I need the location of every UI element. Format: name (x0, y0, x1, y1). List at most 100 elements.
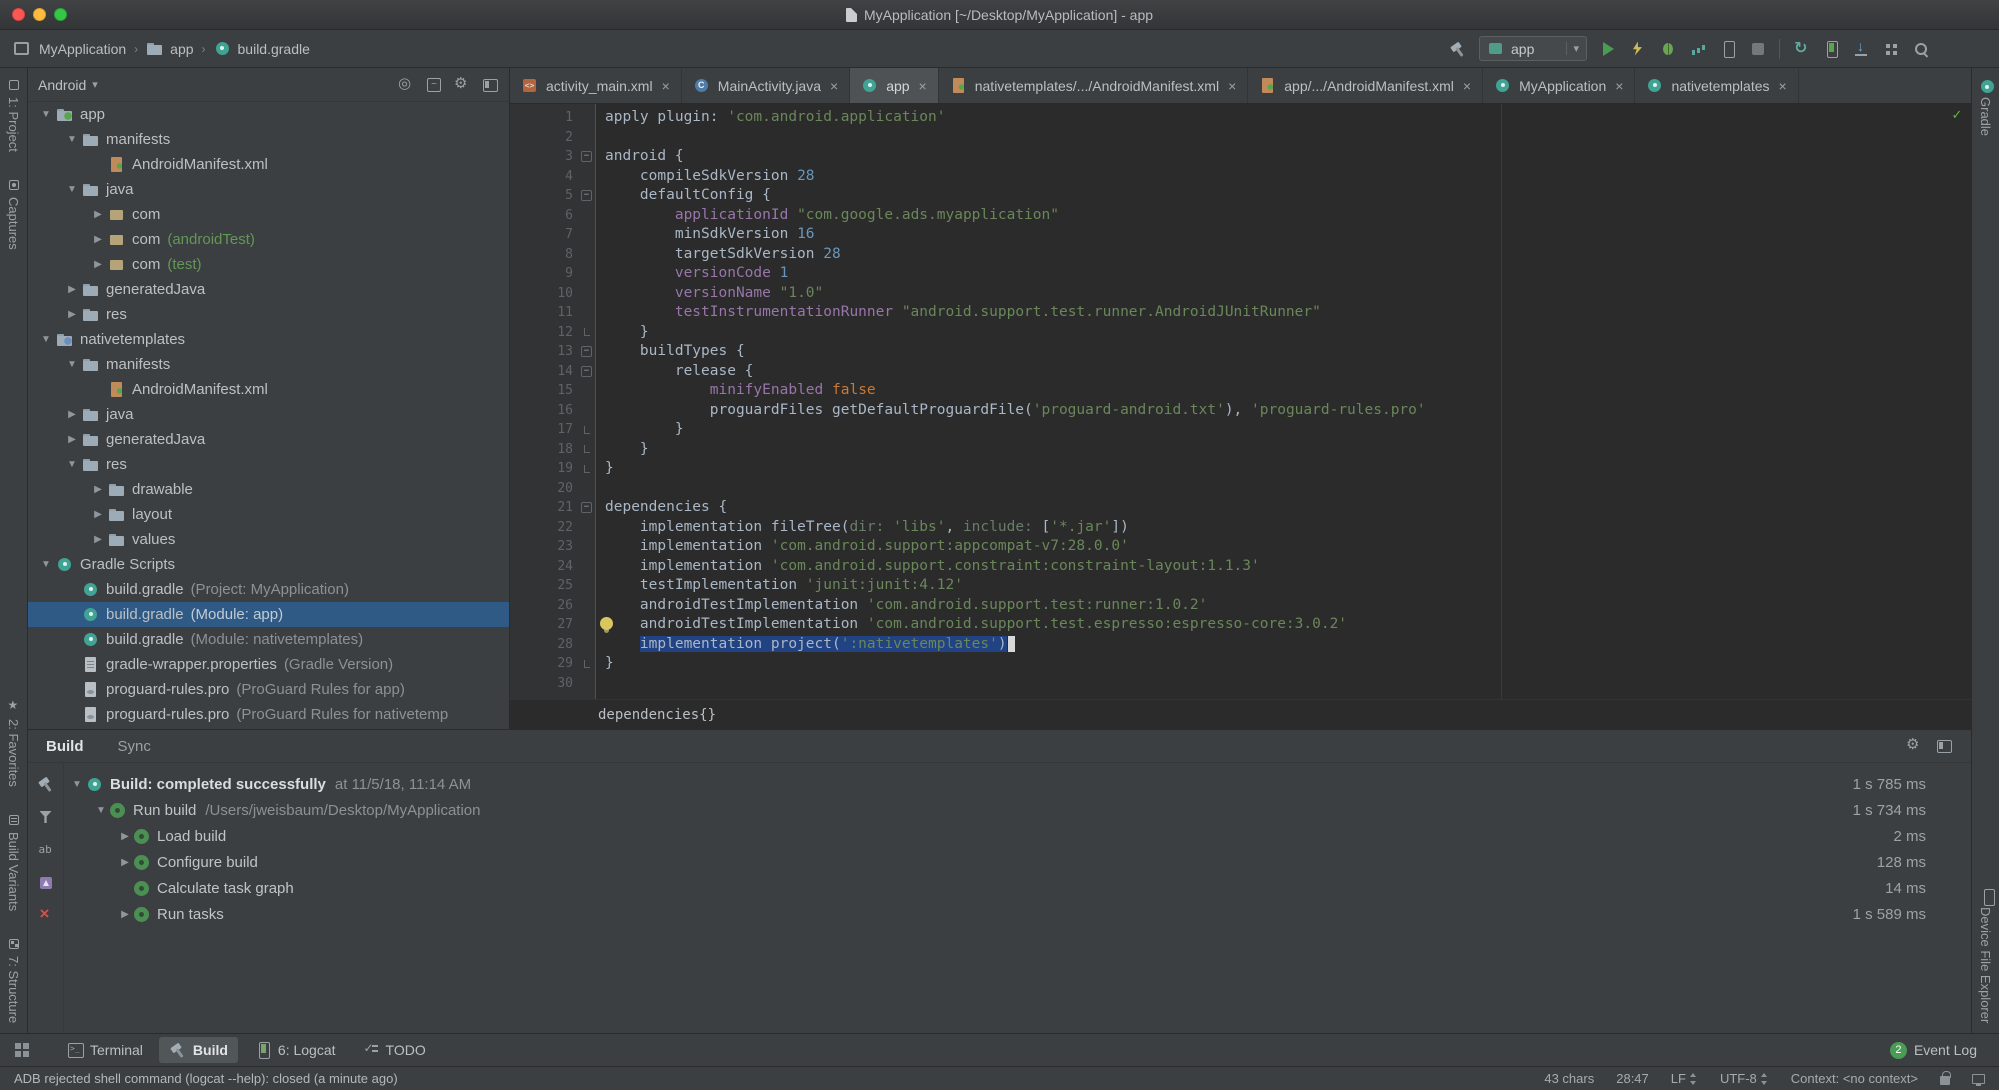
expand-arrow-icon[interactable]: ▼ (62, 359, 82, 370)
tab-sync[interactable]: Sync (118, 738, 151, 755)
code-line[interactable]: android { (605, 147, 1971, 167)
expand-arrow-icon[interactable]: ▶ (116, 909, 134, 920)
gutter-line[interactable]: 7 (510, 225, 595, 245)
fold-marker-icon[interactable]: − (581, 151, 592, 163)
expand-arrow-icon[interactable]: ▼ (36, 559, 56, 570)
project-tree-item[interactable]: ▶ res (28, 302, 509, 327)
export-icon[interactable] (37, 874, 55, 892)
gutter-line[interactable]: 6 (510, 206, 595, 226)
code-line[interactable]: } (605, 459, 1971, 479)
gutter-line[interactable]: 25 (510, 576, 595, 596)
expand-arrow-icon[interactable]: ▶ (62, 434, 82, 445)
editor-tab[interactable]: activity_main.xml × (510, 68, 682, 103)
gutter-line[interactable]: 30 (510, 674, 595, 694)
zoom-window-button[interactable] (54, 8, 67, 21)
expand-arrow-icon[interactable]: ▶ (62, 409, 82, 420)
expand-arrow-icon[interactable]: ▶ (88, 259, 108, 270)
gutter-line[interactable]: 17 (510, 420, 595, 440)
editor-tab[interactable]: MyApplication × (1483, 68, 1636, 103)
code-line[interactable] (605, 479, 1971, 499)
event-log-button[interactable]: 2 Event Log (1889, 1041, 1985, 1059)
build-tree-item[interactable]: ▶ Load build 2 ms (64, 823, 1926, 849)
gutter-line[interactable]: 19 (510, 459, 595, 479)
fold-marker-icon[interactable]: − (581, 190, 592, 202)
code-line[interactable]: applicationId "com.google.ads.myapplicat… (605, 206, 1971, 226)
expand-arrow-icon[interactable]: ▼ (62, 134, 82, 145)
tool-window-switcher-icon[interactable] (14, 1042, 30, 1058)
encoding-selector[interactable]: UTF-8 (1720, 1071, 1769, 1086)
editor-tab[interactable]: app × (850, 68, 939, 103)
gutter-line[interactable]: 12 (510, 323, 595, 343)
project-tree-item[interactable]: ▼ manifests (28, 127, 509, 152)
hide-build-panel-icon[interactable] (1935, 737, 1953, 755)
project-tree-item[interactable]: ▶ generatedJava (28, 427, 509, 452)
gutter-line[interactable]: 26 (510, 596, 595, 616)
code-line[interactable]: } (605, 420, 1971, 440)
expand-arrow-icon[interactable]: ▶ (88, 534, 108, 545)
project-tree-item[interactable]: ▼ res (28, 452, 509, 477)
project-tree-item[interactable]: build.gradle (Module: nativetemplates) (28, 627, 509, 652)
tool-button-build-variants[interactable]: Build Variants (6, 813, 21, 911)
expand-arrow-icon[interactable]: ▼ (92, 805, 110, 816)
project-tree-item[interactable]: ▶ values (28, 527, 509, 552)
settings-icon[interactable] (453, 74, 471, 94)
project-tree-item[interactable]: ▶ generatedJava (28, 277, 509, 302)
code-line[interactable]: implementation 'com.android.support:appc… (605, 537, 1971, 557)
code-line[interactable]: } (605, 323, 1971, 343)
code-line[interactable]: implementation 'com.android.support.cons… (605, 557, 1971, 577)
tool-window-button-build[interactable]: Build (158, 1037, 238, 1063)
gutter-line[interactable]: 29 (510, 654, 595, 674)
breadcrumb-item-file[interactable]: build.gradle (214, 40, 310, 58)
editor-tab[interactable]: app/.../AndroidManifest.xml × (1248, 68, 1484, 103)
tool-button-device-file-explorer[interactable]: Device File Explorer (1978, 888, 1995, 1023)
expand-arrow-icon[interactable]: ▶ (62, 309, 82, 320)
close-tab-icon[interactable]: × (919, 78, 927, 94)
debug-icon[interactable] (1659, 40, 1677, 58)
expand-arrow-icon[interactable]: ▶ (88, 209, 108, 220)
filter-icon[interactable] (37, 808, 55, 826)
gutter-line[interactable]: 2 (510, 128, 595, 148)
gutter-line[interactable]: 23 (510, 537, 595, 557)
fold-end-icon[interactable] (583, 464, 590, 473)
gutter-line[interactable]: 1 (510, 108, 595, 128)
tool-window-button-terminal[interactable]: Terminal (56, 1037, 153, 1063)
project-tree-item[interactable]: ▶ com (test) (28, 252, 509, 277)
collapse-all-icon[interactable] (425, 76, 443, 94)
code-line[interactable]: androidTestImplementation 'com.android.s… (605, 615, 1971, 635)
caret-position[interactable]: 28:47 (1616, 1071, 1649, 1086)
code-line[interactable]: minSdkVersion 16 (605, 225, 1971, 245)
project-tree-item[interactable]: build.gradle (Module: app) (28, 602, 509, 627)
gutter-line[interactable]: 18 (510, 440, 595, 460)
write-lock-icon[interactable] (1940, 1070, 1951, 1085)
gutter-line[interactable]: 3− (510, 147, 595, 167)
project-tree-item[interactable]: ▶ layout (28, 502, 509, 527)
tool-button-1-project[interactable]: 1: Project (6, 78, 21, 152)
gutter-line[interactable]: 10 (510, 284, 595, 304)
stop-icon[interactable] (1749, 40, 1767, 58)
fold-marker-icon[interactable]: − (581, 502, 592, 514)
gutter-line[interactable]: 16 (510, 401, 595, 421)
instant-run-icon[interactable] (1629, 40, 1647, 58)
search-icon[interactable] (1912, 40, 1930, 58)
editor-tab[interactable]: nativetemplates/.../AndroidManifest.xml × (939, 68, 1249, 103)
code-line[interactable]: implementation fileTree(dir: 'libs', inc… (605, 518, 1971, 538)
code-line[interactable]: minifyEnabled false (605, 381, 1971, 401)
project-tree-item[interactable]: ▶ drawable (28, 477, 509, 502)
locate-file-icon[interactable] (397, 74, 415, 94)
gutter-line[interactable]: 24 (510, 557, 595, 577)
code-line[interactable]: versionCode 1 (605, 264, 1971, 284)
profiler-icon[interactable] (1689, 40, 1707, 58)
build-tree-item[interactable]: ▶ Configure build 128 ms (64, 849, 1926, 875)
code-line[interactable]: } (605, 654, 1971, 674)
build-tree-item[interactable]: Calculate task graph 14 ms (64, 875, 1926, 901)
expand-arrow-icon[interactable]: ▼ (36, 109, 56, 120)
gutter-line[interactable]: 28 (510, 635, 595, 655)
build-tree-item[interactable]: ▼ Build: completed successfully at 11/5/18… (64, 771, 1926, 797)
gutter-line[interactable]: 11 (510, 303, 595, 323)
project-tree-item[interactable]: build.gradle (Project: MyApplication) (28, 577, 509, 602)
project-tree-item[interactable]: ▼ manifests (28, 352, 509, 377)
close-tab-icon[interactable]: × (662, 78, 670, 94)
gutter-line[interactable]: 9 (510, 264, 595, 284)
project-view-selector[interactable]: Android ▾ (38, 77, 98, 93)
line-separator-selector[interactable]: LF (1671, 1071, 1698, 1086)
